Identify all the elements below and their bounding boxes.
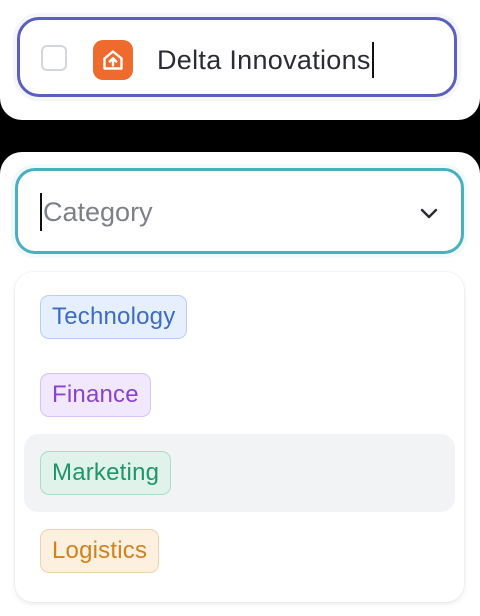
chevron-down-icon[interactable] — [417, 201, 441, 225]
category-panel: Category Technology Finance Marketing Lo… — [0, 152, 480, 616]
category-dropdown: Technology Finance Marketing Logistics — [15, 272, 464, 602]
record-row[interactable]: Delta Innovations — [17, 17, 457, 97]
row-checkbox[interactable] — [41, 45, 67, 71]
option-technology[interactable]: Technology — [24, 278, 455, 356]
company-name-input[interactable]: Delta Innovations — [157, 42, 374, 78]
text-caret — [371, 42, 374, 78]
category-select[interactable]: Category — [15, 168, 464, 254]
company-name-value: Delta Innovations — [157, 45, 371, 75]
text-caret — [40, 193, 42, 231]
category-tag: Finance — [40, 373, 151, 417]
option-marketing[interactable]: Marketing — [24, 434, 455, 512]
category-tag: Technology — [40, 295, 188, 339]
option-finance[interactable]: Finance — [24, 356, 455, 434]
house-upload-icon — [93, 40, 133, 80]
category-tag: Marketing — [40, 451, 172, 495]
record-panel: Delta Innovations — [0, 0, 480, 120]
option-logistics[interactable]: Logistics — [24, 512, 455, 590]
category-placeholder: Category — [43, 197, 153, 227]
category-tag: Logistics — [40, 529, 160, 573]
